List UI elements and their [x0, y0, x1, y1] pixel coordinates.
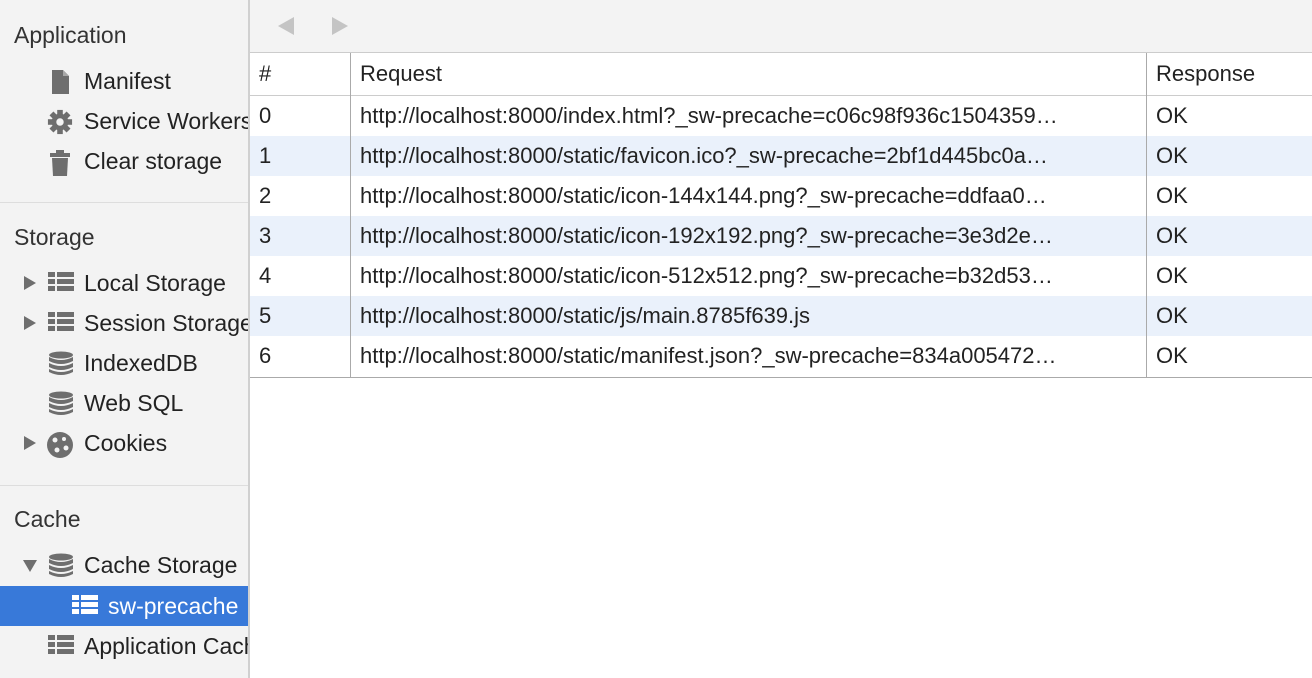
gear-icon [46, 109, 74, 135]
triangle-down-icon[interactable] [22, 557, 38, 573]
table-row[interactable]: 3 http://localhost:8000/static/icon-192x… [250, 216, 1312, 256]
sidebar-item-session-storage[interactable]: Session Storage [0, 303, 248, 343]
column-divider[interactable] [1146, 53, 1147, 377]
sidebar-item-clear-storage[interactable]: Clear storage [0, 141, 248, 181]
back-button[interactable] [274, 14, 298, 38]
sidebar-item-label: Service Workers [84, 108, 250, 134]
sidebar-item-label: Web SQL [84, 390, 184, 416]
table-header: # Request Response [250, 53, 1312, 96]
column-header-request[interactable]: Request [351, 53, 1147, 95]
triangle-left-icon [278, 17, 294, 35]
grid-icon [72, 594, 100, 618]
cell-response: OK [1156, 303, 1188, 328]
sidebar-item-web-sql[interactable]: Web SQL [0, 383, 248, 423]
table-row[interactable]: 2 http://localhost:8000/static/icon-144x… [250, 176, 1312, 216]
section-header-cache: Cache [14, 506, 81, 532]
section-header-application: Application [14, 22, 127, 48]
cell-response: OK [1156, 143, 1188, 168]
document-icon [48, 69, 76, 94]
sidebar-item-label: Session Storage [84, 310, 250, 336]
cell-request: http://localhost:8000/static/icon-192x19… [360, 223, 1053, 248]
table-row[interactable]: 4 http://localhost:8000/static/icon-512x… [250, 256, 1312, 296]
database-icon [48, 553, 76, 577]
table-row[interactable]: 6 http://localhost:8000/static/manifest.… [250, 336, 1312, 376]
triangle-right-icon[interactable] [22, 315, 38, 331]
cell-index: 4 [259, 263, 272, 288]
sidebar: Application Manifest Service Workers Cle… [0, 0, 250, 678]
devtools-application-panel: Application Manifest Service Workers Cle… [0, 0, 1312, 678]
cell-response: OK [1156, 183, 1188, 208]
cell-index: 5 [259, 303, 272, 328]
sidebar-item-service-workers[interactable]: Service Workers [0, 101, 248, 141]
cell-index: 2 [259, 183, 272, 208]
sidebar-item-label: Local Storage [84, 270, 226, 296]
sidebar-item-label: Clear storage [84, 148, 223, 174]
database-icon [48, 391, 76, 415]
cell-response: OK [1156, 103, 1188, 128]
cell-response: OK [1156, 223, 1188, 248]
grid-icon [48, 271, 76, 295]
grid-icon [48, 311, 76, 335]
trash-icon [48, 149, 76, 176]
section-header-storage: Storage [14, 224, 95, 250]
column-divider[interactable] [350, 53, 351, 377]
cell-index: 6 [259, 343, 272, 368]
cell-request: http://localhost:8000/index.html?_sw-pre… [360, 103, 1058, 128]
section-divider [0, 485, 248, 486]
sidebar-item-local-storage[interactable]: Local Storage [0, 263, 248, 303]
triangle-right-icon [332, 17, 348, 35]
triangle-right-icon[interactable] [22, 275, 38, 291]
triangle-right-icon[interactable] [22, 435, 38, 451]
cell-request: http://localhost:8000/static/icon-512x51… [360, 263, 1053, 288]
sidebar-item-manifest[interactable]: Manifest [0, 61, 248, 101]
cell-request: http://localhost:8000/static/icon-144x14… [360, 183, 1047, 208]
sidebar-item-application-cache[interactable]: Application Cache [0, 626, 248, 666]
cache-storage-view: # Request Response 0 http://localhost:80… [250, 0, 1312, 678]
database-icon [48, 351, 76, 375]
table-row[interactable]: 0 http://localhost:8000/index.html?_sw-p… [250, 96, 1312, 136]
forward-button[interactable] [328, 14, 352, 38]
sidebar-item-sw-precache[interactable]: sw-precache [0, 586, 248, 626]
table-row[interactable]: 5 http://localhost:8000/static/js/main.8… [250, 296, 1312, 336]
cell-index: 0 [259, 103, 272, 128]
table-row[interactable]: 1 http://localhost:8000/static/favicon.i… [250, 136, 1312, 176]
sidebar-item-label: Application Cache [84, 633, 248, 659]
cell-request: http://localhost:8000/static/manifest.js… [360, 343, 1057, 368]
sidebar-item-label: sw-precache [108, 593, 239, 619]
column-header-response[interactable]: Response [1147, 53, 1312, 95]
cell-index: 1 [259, 143, 272, 168]
sidebar-item-indexeddb[interactable]: IndexedDB [0, 343, 248, 383]
sidebar-item-label: Cache Storage [84, 552, 238, 578]
sidebar-item-cookies[interactable]: Cookies [0, 423, 248, 463]
sidebar-item-label: Cookies [84, 430, 168, 456]
grid-icon [48, 634, 76, 658]
sidebar-item-label: IndexedDB [84, 350, 198, 376]
cell-request: http://localhost:8000/static/js/main.878… [360, 303, 811, 328]
toolbar [250, 0, 1312, 53]
section-divider [0, 202, 248, 203]
column-header-index[interactable]: # [250, 53, 351, 95]
cell-index: 3 [259, 223, 272, 248]
sidebar-item-cache-storage[interactable]: Cache Storage [0, 545, 248, 585]
cell-response: OK [1156, 343, 1188, 368]
sidebar-item-label: Manifest [84, 68, 171, 94]
cookie-icon [46, 431, 74, 458]
cache-entries-table: # Request Response 0 http://localhost:80… [250, 53, 1312, 378]
cell-request: http://localhost:8000/static/favicon.ico… [360, 143, 1048, 168]
cell-response: OK [1156, 263, 1188, 288]
